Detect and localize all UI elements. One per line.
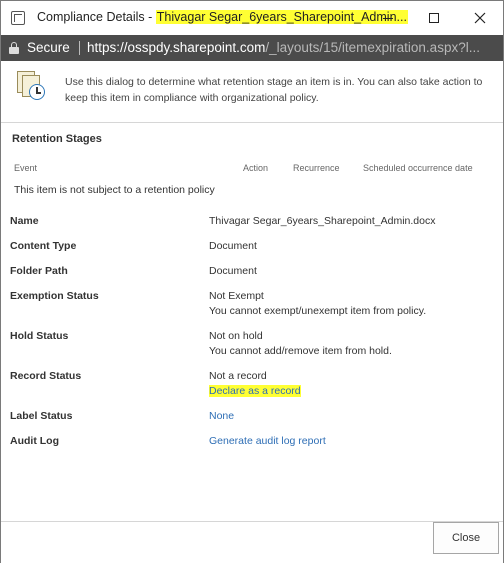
- folder-path-label: Folder Path: [10, 265, 68, 277]
- compliance-details-window: Compliance Details - Thivagar Segar_6yea…: [0, 0, 504, 563]
- content-type-value: Document: [209, 240, 257, 252]
- hold-status-text: Not on hold: [209, 330, 263, 342]
- column-header-scheduled-date: Scheduled occurrence date: [363, 163, 473, 173]
- label-status-value: None: [209, 409, 234, 424]
- minimize-button[interactable]: [365, 1, 411, 35]
- secure-label: Secure: [27, 40, 70, 55]
- retention-stages-title: Retention Stages: [12, 133, 102, 145]
- column-header-event: Event: [14, 163, 38, 173]
- minimize-icon: [383, 17, 393, 19]
- record-status-label: Record Status: [10, 370, 82, 382]
- exemption-status-note: You cannot exempt/unexempt item from pol…: [209, 305, 427, 317]
- record-status-text: Not a record: [209, 370, 267, 382]
- folder-path-value: Document: [209, 265, 257, 277]
- hold-status-note: You cannot add/remove item from hold.: [209, 345, 392, 357]
- name-label: Name: [10, 215, 39, 227]
- url-text[interactable]: https://osspdy.sharepoint.com/_layouts/1…: [87, 40, 499, 55]
- maximize-icon: [429, 13, 439, 23]
- window-title-prefix: Compliance Details -: [37, 10, 156, 24]
- column-header-recurrence: Recurrence: [293, 163, 340, 173]
- column-header-action: Action: [243, 163, 269, 173]
- close-button[interactable]: Close: [433, 522, 499, 554]
- close-icon: [474, 12, 486, 24]
- address-divider: [79, 41, 80, 55]
- info-header: Use this dialog to determine what retent…: [1, 61, 503, 123]
- label-status-link[interactable]: None: [209, 410, 234, 422]
- record-status-value: Not a record Declare as a record: [209, 369, 301, 399]
- exemption-status-text: Not Exempt: [209, 290, 264, 302]
- compliance-panel: Retention Stages Event Action Recurrence…: [1, 123, 503, 521]
- lock-icon: [9, 42, 19, 54]
- exemption-status-value: Not Exempt You cannot exempt/unexempt it…: [209, 289, 426, 319]
- audit-log-label: Audit Log: [10, 435, 59, 447]
- hold-status-value: Not on hold You cannot add/remove item f…: [209, 329, 392, 359]
- maximize-button[interactable]: [411, 1, 457, 35]
- document-clock-icon: [17, 71, 47, 103]
- dialog-footer: Close: [1, 521, 503, 563]
- window-app-icon: [11, 11, 25, 25]
- generate-audit-log-link[interactable]: Generate audit log report: [209, 435, 326, 447]
- info-description: Use this dialog to determine what retent…: [65, 76, 483, 104]
- url-host: https://osspdy.sharepoint.com: [87, 40, 266, 55]
- url-path: /_layouts/15/itemexpiration.aspx?l...: [265, 40, 480, 55]
- exemption-status-label: Exemption Status: [10, 290, 99, 302]
- content-type-label: Content Type: [10, 240, 77, 252]
- retention-empty-message: This item is not subject to a retention …: [14, 184, 215, 196]
- hold-status-label: Hold Status: [10, 330, 69, 342]
- name-value: Thivagar Segar_6years_Sharepoint_Admin.d…: [209, 215, 436, 227]
- address-bar[interactable]: Secure https://osspdy.sharepoint.com/_la…: [1, 35, 503, 61]
- declare-record-link[interactable]: Declare as a record: [209, 385, 301, 397]
- window-title: Compliance Details - Thivagar Segar_6yea…: [37, 10, 408, 24]
- audit-log-value: Generate audit log report: [209, 434, 326, 449]
- window-close-button[interactable]: [457, 1, 503, 35]
- label-status-label: Label Status: [10, 410, 73, 422]
- title-bar: Compliance Details - Thivagar Segar_6yea…: [1, 1, 503, 35]
